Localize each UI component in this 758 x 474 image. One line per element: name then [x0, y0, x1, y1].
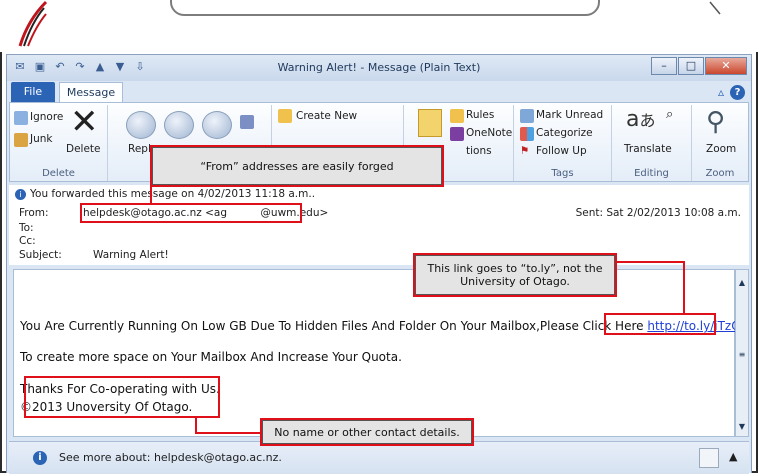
- decoration-icon: [709, 1, 721, 15]
- speech-bubble: [170, 0, 600, 16]
- delete-button[interactable]: Delete: [66, 143, 101, 155]
- from-label: From:: [19, 207, 49, 219]
- subject-value: Warning Alert!: [93, 249, 169, 261]
- junk-button[interactable]: Junk: [30, 133, 53, 145]
- subject-row: Subject: Warning Alert!: [19, 249, 169, 261]
- meeting-icon: [240, 115, 254, 129]
- scroll-thumb-grip-icon[interactable]: ≡: [737, 350, 747, 360]
- avatar-icon: [699, 448, 719, 468]
- create-new-button[interactable]: Create New: [296, 110, 357, 122]
- delete-icon: ✕: [70, 102, 99, 142]
- logo-icon: [18, 0, 48, 47]
- zoom-icon: ⚲: [706, 107, 726, 137]
- signature-highlight: [24, 376, 220, 418]
- callout-link-border: [413, 253, 617, 297]
- zoom-group-label: Zoom: [705, 168, 735, 179]
- close-button[interactable]: ✕: [705, 57, 747, 75]
- minimize-button[interactable]: –: [651, 57, 677, 75]
- rules-button[interactable]: Rules: [466, 109, 494, 121]
- flag-icon: ⚑: [520, 145, 530, 157]
- translate-button[interactable]: Translate: [624, 143, 672, 155]
- categorize-icon: [520, 127, 534, 141]
- forwarded-info: i You forwarded this message on 4/02/2013…: [15, 188, 315, 200]
- ribbon-group-delete: Ignore Junk ✕ Delete Delete: [10, 105, 108, 181]
- cc-row: Cc:: [19, 235, 83, 247]
- body-line-1-text: You Are Currently Running On Low GB Due …: [20, 319, 644, 333]
- onenote-icon: [450, 127, 464, 141]
- title-bar: ✉ ▣ ↶ ↷ ▲ ▼ ⇩ Warning Alert! - Message (…: [7, 55, 751, 81]
- maximize-button[interactable]: □: [678, 57, 704, 75]
- window-title: Warning Alert! - Message (Plain Text): [277, 61, 481, 74]
- to-row: To:: [19, 222, 83, 234]
- forward-icon: [202, 111, 232, 139]
- move-icon: [418, 109, 442, 137]
- delete-group-label: Delete: [42, 168, 75, 179]
- translate-icon: aあ: [626, 107, 656, 132]
- scroll-down-icon[interactable]: ▼: [737, 422, 747, 432]
- ribbon-right-controls: ▵ ?: [718, 85, 745, 100]
- message-header: i You forwarded this message on 4/02/2013…: [9, 185, 749, 265]
- junk-icon: [14, 133, 28, 147]
- cc-label: Cc:: [19, 235, 36, 247]
- tags-group-label: Tags: [551, 168, 574, 179]
- ribbon-tabs: File Message ▵ ?: [7, 81, 751, 103]
- rules-icon: [450, 109, 464, 123]
- callout-from-connector: [150, 185, 152, 205]
- actions-button[interactable]: tions: [466, 145, 492, 157]
- info-icon: i: [33, 451, 47, 465]
- see-more-text[interactable]: See more about: helpdesk@otago.ac.nz.: [59, 451, 282, 464]
- categorize-button[interactable]: Categorize: [536, 127, 593, 139]
- callout-contact-connector-h: [195, 432, 261, 434]
- ribbon-group-zoom: ⚲ Zoom Zoom: [692, 105, 748, 181]
- callout-contact-border: [260, 418, 474, 446]
- find-icon[interactable]: ⌕: [666, 107, 673, 122]
- to-label: To:: [19, 222, 34, 234]
- ribbon-group-editing: aあ ⌕ Translate Editing: [612, 105, 692, 181]
- slide-banner: [0, 0, 758, 52]
- onenote-button[interactable]: OneNote: [466, 127, 512, 139]
- callout-link-connector-v: [683, 261, 685, 315]
- ribbon-group-tags: Mark Unread Categorize ⚑ Follow Up Tags: [514, 105, 612, 181]
- sent-date: Sent: Sat 2/02/2013 10:08 a.m.: [575, 207, 741, 219]
- editing-group-label: Editing: [634, 168, 669, 179]
- zoom-button[interactable]: Zoom: [706, 143, 736, 155]
- expand-people-pane-icon[interactable]: ▲: [729, 450, 737, 463]
- reply-icon: [126, 111, 156, 139]
- help-icon[interactable]: ?: [730, 85, 745, 100]
- ignore-button[interactable]: Ignore: [30, 111, 63, 123]
- collapse-ribbon-icon[interactable]: ▵: [718, 85, 724, 100]
- link-highlight: [604, 313, 716, 335]
- follow-up-button[interactable]: Follow Up: [536, 145, 587, 157]
- vertical-scrollbar[interactable]: ▲ ≡ ▼: [735, 269, 749, 437]
- callout-link-connector-h: [617, 261, 685, 263]
- reply-all-icon: [164, 111, 194, 139]
- ignore-icon: [14, 111, 28, 125]
- create-new-icon: [278, 109, 292, 123]
- subject-label: Subject:: [19, 249, 62, 261]
- body-line-2: To create more space on Your Mailbox And…: [20, 350, 402, 364]
- window-controls: – □ ✕: [650, 57, 747, 75]
- mark-unread-button[interactable]: Mark Unread: [536, 109, 603, 121]
- callout-from-border: [150, 145, 444, 187]
- tab-file[interactable]: File: [11, 82, 55, 102]
- info-icon: i: [15, 188, 26, 200]
- mark-unread-icon: [520, 109, 534, 123]
- forwarded-text: You forwarded this message on 4/02/2013 …: [30, 188, 316, 200]
- from-address-highlight: [80, 203, 302, 223]
- scroll-up-icon[interactable]: ▲: [737, 278, 747, 288]
- tab-message[interactable]: Message: [59, 82, 123, 103]
